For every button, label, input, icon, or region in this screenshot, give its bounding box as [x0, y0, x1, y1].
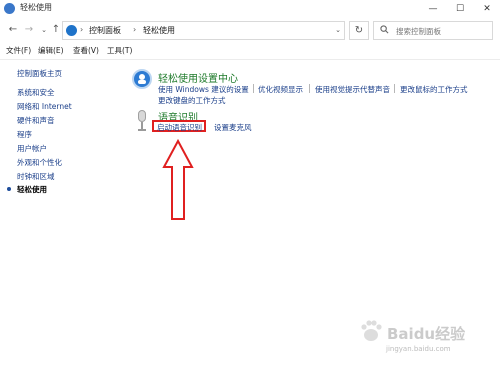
breadcrumb-control-panel[interactable]: 控制面板 — [89, 25, 121, 36]
link-optimize-display[interactable]: 优化视频显示 — [258, 84, 303, 95]
window-title: 轻松使用 — [20, 3, 52, 12]
link-recommended-settings[interactable]: 使用 Windows 建议的设置 — [158, 84, 249, 95]
menu-file[interactable]: 文件(F) — [6, 45, 31, 56]
close-button[interactable]: ✕ — [474, 0, 500, 18]
breadcrumb-ease-of-access[interactable]: 轻松使用 — [143, 25, 175, 36]
microphone-icon — [136, 110, 148, 132]
link-visual-cues[interactable]: 使用视觉提示代替声音 — [315, 84, 390, 95]
sidebar-item-clock-region[interactable]: 时钟和区域 — [17, 171, 55, 182]
breadcrumb-separator: › — [133, 25, 137, 34]
annotation-arrow — [162, 139, 194, 220]
current-item-bullet — [7, 187, 11, 191]
maximize-button[interactable]: ☐ — [447, 0, 473, 18]
watermark-url: jingyan.baidu.com — [386, 345, 451, 353]
minimize-button[interactable]: — — [420, 0, 446, 18]
menu-edit[interactable]: 编辑(E) — [38, 45, 64, 56]
control-panel-icon — [4, 3, 15, 14]
sidebar-item-appearance[interactable]: 外观和个性化 — [17, 157, 62, 168]
link-separator — [253, 84, 254, 93]
sidebar-item-network[interactable]: 网络和 Internet — [17, 101, 72, 112]
address-bar[interactable]: › 控制面板 › 轻松使用 ⌄ — [62, 21, 345, 40]
sidebar-item-hardware-sound[interactable]: 硬件和声音 — [17, 115, 55, 126]
refresh-button[interactable]: ↻ — [349, 21, 369, 40]
search-icon — [380, 25, 389, 37]
link-separator — [309, 84, 310, 93]
search-box[interactable]: 搜索控制面板 — [373, 21, 493, 40]
address-dropdown-icon[interactable]: ⌄ — [335, 26, 341, 34]
forward-button[interactable]: → — [22, 22, 36, 38]
search-placeholder: 搜索控制面板 — [396, 27, 441, 36]
sidebar-item-home[interactable]: 控制面板主页 — [17, 68, 62, 79]
sidebar-item-system-security[interactable]: 系统和安全 — [17, 87, 55, 98]
link-separator — [394, 84, 395, 93]
menu-tools[interactable]: 工具(T) — [107, 45, 132, 56]
link-mouse-settings[interactable]: 更改鼠标的工作方式 — [400, 84, 468, 95]
link-keyboard-settings[interactable]: 更改键盘的工作方式 — [158, 95, 226, 106]
ease-of-access-icon — [132, 69, 152, 89]
ease-of-access-center-heading[interactable]: 轻松使用设置中心 — [158, 70, 238, 85]
sidebar-item-ease-of-access[interactable]: 轻松使用 — [17, 184, 47, 195]
sidebar-item-user-accounts[interactable]: 用户帐户 — [17, 143, 47, 154]
control-panel-icon — [66, 25, 77, 36]
sidebar: 控制面板主页 系统和安全 网络和 Internet 硬件和声音 程序 用户帐户 … — [0, 60, 120, 360]
watermark-text: Baidu经验 — [387, 325, 466, 343]
address-row: ← → ⌄ ↑ › 控制面板 › 轻松使用 ⌄ ↻ 搜索控制面板 — [0, 20, 500, 42]
link-start-speech-recognition[interactable]: 启动语音识别 — [157, 122, 202, 133]
menu-view[interactable]: 查看(V) — [73, 45, 99, 56]
baidu-paw-logo — [361, 320, 382, 341]
menu-bar: 文件(F) 编辑(E) 查看(V) 工具(T) — [0, 44, 500, 58]
title-bar: 轻松使用 — ☐ ✕ — [0, 0, 500, 18]
breadcrumb-separator: › — [80, 25, 84, 34]
up-button[interactable]: ↑ — [49, 22, 63, 38]
back-button[interactable]: ← — [6, 22, 20, 38]
sidebar-item-programs[interactable]: 程序 — [17, 129, 32, 140]
link-set-up-microphone[interactable]: 设置麦克风 — [214, 122, 252, 133]
